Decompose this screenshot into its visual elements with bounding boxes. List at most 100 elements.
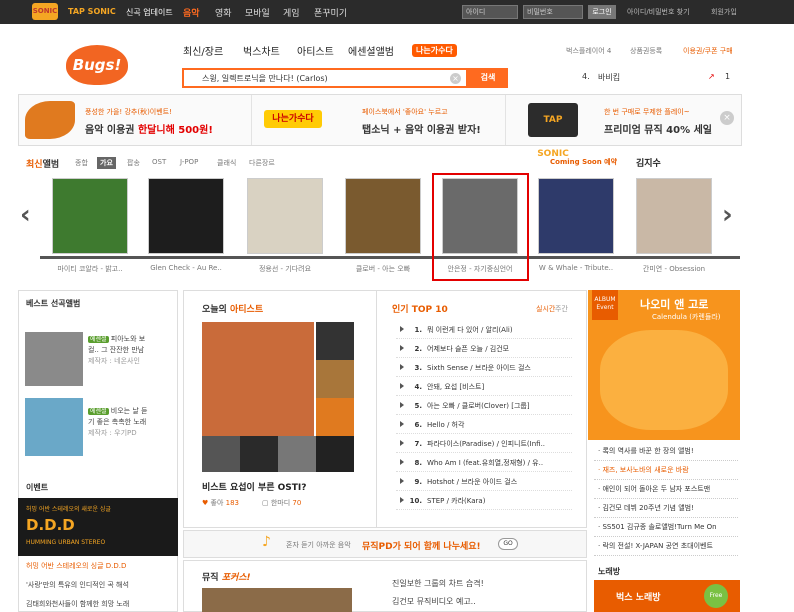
banner-event[interactable]: 풍성한 가을! 강추(秋)이벤트! 음악 이용권 한달니해 500원! [19, 95, 252, 145]
album-event-banner[interactable]: ALBUM Event 나오미 앤 고로 Calendula (카렌듈라) [588, 290, 740, 440]
event-link[interactable]: 김태희와천사들이 함께한 희망 노래 [26, 599, 129, 610]
tab-pop[interactable]: 팝송 [127, 158, 140, 168]
coming-soon-label[interactable]: Coming Soon 예약 [550, 157, 617, 167]
right-link[interactable]: · 재즈, 보사노바의 새로운 바람 [594, 461, 738, 480]
top10-realtime-tab[interactable]: 실시간 [536, 304, 555, 314]
like-count[interactable]: ♥ 좋아 183 [202, 498, 239, 508]
gnb-music[interactable]: 음악 [183, 6, 200, 19]
gnb-phone[interactable]: 폰꾸미기 [314, 6, 347, 19]
top10-row[interactable]: 2. 어제보다 슬픈 오늘 / 김건모 [396, 341, 572, 358]
album-title[interactable]: 마이티 코알라 - 밝고.. [44, 264, 136, 274]
top10-row[interactable]: 7. 파라다이스(Paradise) / 인피니트(Infi.. [396, 436, 572, 453]
artist-thumb[interactable] [240, 436, 278, 472]
album-title[interactable]: 클로버 - 아는 오빠 [337, 264, 429, 274]
top10-title[interactable]: 인기 TOP 10 [392, 302, 448, 315]
top10-weekly-tab[interactable]: 주간 [555, 304, 568, 314]
right-link[interactable]: · 록의 역사를 바꾼 한 장의 앨범! [594, 442, 738, 461]
close-icon[interactable]: × [720, 111, 734, 125]
artist-caption[interactable]: 비스트 요섭이 부른 OSTI? [202, 480, 306, 493]
artist-thumb[interactable] [316, 360, 354, 398]
bugs-logo[interactable]: Bugs! [66, 45, 128, 85]
buy-pass-link[interactable]: 이용권/쿠폰 구매 [683, 46, 733, 56]
music-focus-title[interactable]: 뮤직 포커스! [202, 570, 251, 583]
tab-ost[interactable]: OST [152, 158, 166, 166]
gnb-movie[interactable]: 영화 [215, 6, 232, 19]
karaoke-title[interactable]: 노래방 [598, 566, 620, 577]
gnb-game[interactable]: 게임 [283, 6, 300, 19]
artist-thumb[interactable] [278, 436, 316, 472]
album-cover[interactable] [538, 178, 614, 254]
promo-go-button[interactable]: GO [498, 538, 518, 550]
nav-genre[interactable]: 최신/장르 [183, 43, 223, 58]
music-focus-text[interactable]: 김건모 뮤직비디오 예고.. [392, 596, 476, 607]
album-cover[interactable] [148, 178, 224, 254]
album-title[interactable]: 정용선 - 기다려요 [239, 264, 331, 274]
right-link[interactable]: · SS501 김규종 솔로앨범!Turn Me On [594, 518, 738, 537]
sonic-logo[interactable]: SONIC [32, 3, 58, 20]
clear-icon[interactable]: × [450, 73, 461, 84]
find-account-link[interactable]: 아이디/비밀번호 찾기 [627, 7, 690, 17]
password-input[interactable]: 비밀번호 [523, 5, 583, 19]
album-cover[interactable] [345, 178, 421, 254]
album-cover[interactable] [636, 178, 712, 254]
album-cover[interactable] [52, 178, 128, 254]
search-input[interactable]: 스윙, 일렉트로닉을 만나다! (Carlos) [202, 73, 328, 84]
artist-thumb[interactable] [316, 436, 354, 472]
rank-keyword[interactable]: 바비킴 [598, 72, 620, 83]
album-title[interactable]: W & Whale - Tribute.. [530, 264, 622, 272]
artist-thumb[interactable] [202, 436, 240, 472]
tab-kpop[interactable]: 가요 [97, 157, 116, 169]
album-title[interactable]: Glen Check - Au Re.. [140, 264, 232, 272]
top10-row[interactable]: 1. 뭐 이런게 다 있어 / 알리(Ali) [396, 322, 572, 339]
karaoke-banner[interactable]: 벅스 노래방 Free [594, 580, 740, 612]
right-link[interactable]: · 애인이 되어 돌아온 두 남자 포스트맨 [594, 480, 738, 499]
gnb-mobile[interactable]: 모바일 [245, 6, 270, 19]
best-item-2[interactable]: 에센셜 비오는 날 듣 기 좋은 촉촉한 노래 제작자 : 우기PD [88, 406, 174, 439]
best-title[interactable]: 베스트 선곡앨범 [26, 298, 80, 309]
search-button[interactable]: 검색 [468, 68, 508, 88]
tapsonic-link[interactable]: TAP SONIC [68, 7, 116, 16]
join-link[interactable]: 회원가입 [711, 7, 737, 17]
nav-chart[interactable]: 벅스차트 [243, 43, 280, 58]
best-album-thumb[interactable] [25, 398, 83, 456]
best-album-thumb[interactable] [25, 332, 83, 386]
banner-tapsonic[interactable]: TAP SONIC 한 번 구매로 무제한 플레이~ 프리미엄 뮤직 40% 세… [506, 95, 743, 159]
player-link[interactable]: 벅스플레이어 4 [566, 46, 611, 56]
right-link[interactable]: · 락의 전설! X-JAPAN 공연 초대이벤트 [594, 537, 738, 556]
album-cover[interactable] [247, 178, 323, 254]
top10-row[interactable]: 6. Hello / 허각 [396, 417, 572, 434]
banner-facebook[interactable]: 나는가수다 페이스북에서 '좋아요' 누르고 탭소닉 + 음악 이용권 받자! [252, 95, 506, 145]
top10-row[interactable]: 3. Sixth Sense / 브라운 아이드 걸스 [396, 360, 572, 377]
coupon-register-link[interactable]: 상품권등록 [630, 46, 662, 56]
top10-row[interactable]: 8. Who Am I (feat.유희열,정재형) / 유.. [396, 455, 572, 472]
top10-row[interactable]: 10. STEP / 카라(Kara) [396, 493, 572, 510]
next-arrow-icon[interactable]: › [722, 200, 733, 230]
music-focus-thumb[interactable] [202, 588, 352, 612]
comment-count[interactable]: ▢ 한마디 70 [262, 498, 301, 508]
right-link[interactable]: · 김건모 데뷔 20주년 기념 앨범! [594, 499, 738, 518]
artist-thumb[interactable] [316, 398, 354, 436]
top10-row[interactable]: 5. 아는 오빠 / 클로버(Clover) [그룹] [396, 398, 572, 415]
album-title[interactable]: 간미연 - Obsession [628, 264, 720, 274]
best-item-1[interactable]: 에센셜 피아노와 보 컬.. 그 잔잔한 만남 제작자 : 네온사인 [88, 334, 174, 367]
id-input[interactable]: 아이디 [462, 5, 518, 19]
login-button[interactable]: 로그인 [588, 5, 616, 19]
top10-row[interactable]: 9. Hotshot / 브라운 아이드 걸스 [396, 474, 572, 491]
tab-all[interactable]: 종합 [75, 158, 88, 168]
coming-soon-artist[interactable]: 김지수 [636, 156, 661, 169]
event-link[interactable]: 허밍 어반 스테레오의 싱글 D.D.D [26, 561, 126, 572]
event-title[interactable]: 이벤트 [26, 482, 48, 493]
search-box[interactable]: 스윙, 일렉트로닉을 만나다! (Carlos) × [182, 68, 468, 88]
nav-essential[interactable]: 에센셜앨범 [348, 43, 394, 58]
prev-arrow-icon[interactable]: ‹ [20, 200, 31, 230]
artist-thumb[interactable] [316, 322, 354, 360]
tab-classic[interactable]: 클래식 [217, 158, 236, 168]
music-focus-text[interactable]: 진일보한 그룹의 차트 습격! [392, 578, 484, 589]
nav-naneun-gasu[interactable]: 나는가수다 [412, 44, 457, 57]
tab-other[interactable]: 다른장르 [249, 158, 275, 168]
event-banner[interactable]: 허밍 어반 스테레오의 새로운 싱글 D.D.D HUMMING URBAN S… [18, 498, 178, 556]
event-link[interactable]: '사랑'만의 특유의 인디적인 곡 해석 [26, 580, 129, 591]
tapsonic-sub[interactable]: 신곡 업데이트 [126, 7, 173, 18]
nav-artist[interactable]: 아티스트 [297, 43, 334, 58]
top10-row[interactable]: 4. 안돼, 요섭 [비스트] [396, 379, 572, 396]
